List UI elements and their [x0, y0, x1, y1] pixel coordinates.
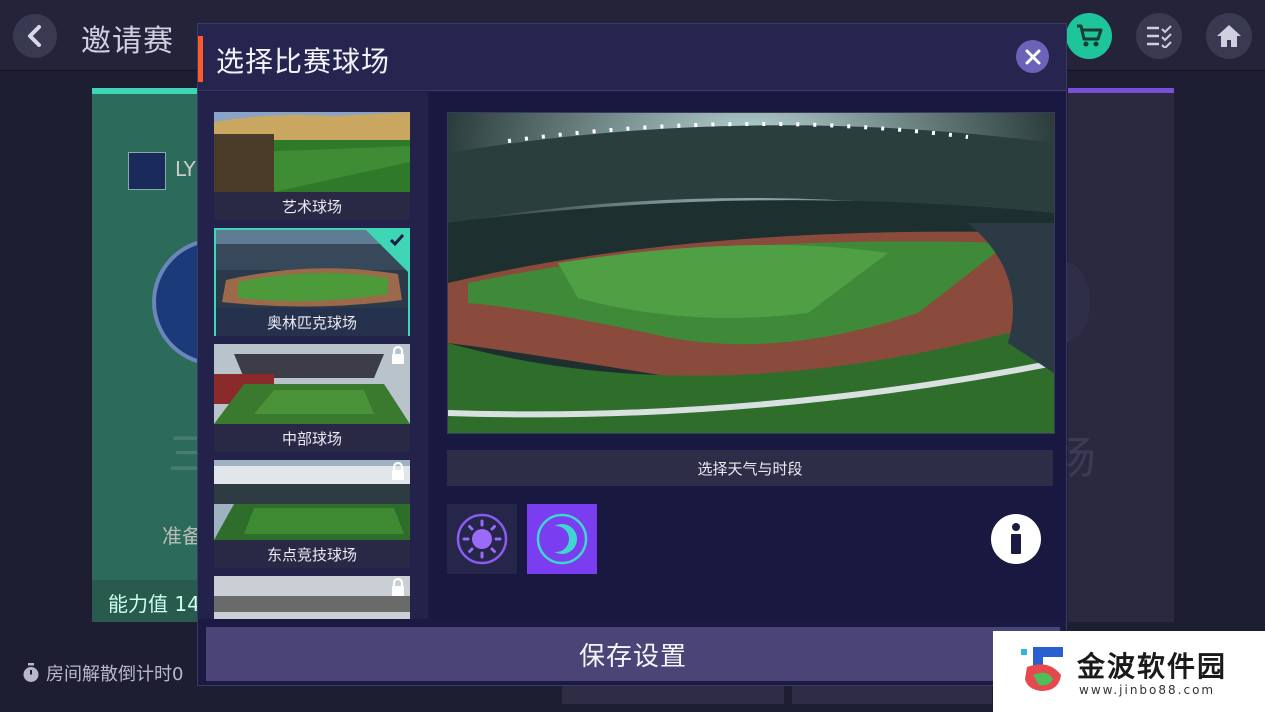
lock-icon — [392, 578, 404, 596]
stadium-thumbnail — [214, 460, 410, 540]
close-icon — [1025, 49, 1040, 64]
stadium-thumbnail — [214, 576, 410, 619]
timer-icon — [23, 663, 39, 682]
stadium-label: 东点竞技球场 — [214, 540, 410, 568]
day-option-button[interactable] — [447, 504, 517, 574]
moon-icon — [536, 513, 588, 565]
shop-button[interactable] — [1066, 13, 1112, 59]
stadium-label: 中部球场 — [214, 424, 410, 452]
stadium-item-eastpoint[interactable]: 东点竞技球场 — [214, 460, 410, 568]
lock-icon — [392, 462, 404, 480]
stadium-select-dialog: 选择比赛球场 艺术球场 奥林匹克球场 中部球场 东点竞技球场 选择天气与时段 保… — [197, 23, 1067, 686]
checklist-icon — [1147, 25, 1172, 48]
stadium-item-central[interactable]: 中部球场 — [214, 344, 410, 452]
info-button[interactable] — [991, 514, 1041, 564]
away-team-card — [1068, 88, 1174, 622]
cart-icon — [1077, 24, 1103, 47]
stadium-item-olympic[interactable]: 奥林匹克球场 — [214, 228, 410, 336]
back-icon — [28, 25, 41, 47]
dialog-title: 选择比赛球场 — [216, 45, 391, 78]
home-icon — [1217, 25, 1241, 47]
ready-status: 准备 — [162, 524, 202, 548]
lock-icon — [392, 346, 404, 364]
stadium-preview-image — [447, 112, 1055, 434]
watermark-url: www.jinbo88.com — [1079, 683, 1216, 697]
info-icon — [1011, 523, 1021, 554]
save-settings-button[interactable]: 保存设置 — [206, 627, 1060, 681]
stadium-label: 奥林匹克球场 — [216, 308, 408, 336]
countdown-text: 房间解散倒计时0 — [46, 664, 184, 685]
watermark-text: 金波软件园 — [1077, 650, 1228, 683]
room-countdown: 房间解散倒计时0 — [22, 660, 183, 686]
stadium-preview-panel: 选择天气与时段 — [430, 92, 1066, 619]
stadium-item-art[interactable]: 艺术球场 — [214, 112, 410, 220]
dialog-header: 选择比赛球场 — [198, 24, 1066, 91]
home-button[interactable] — [1206, 13, 1252, 59]
tasks-button[interactable] — [1136, 13, 1182, 59]
stadium-thumbnail — [214, 112, 410, 192]
sun-icon — [456, 513, 508, 565]
night-option-button[interactable] — [527, 504, 597, 574]
watermark-logo-icon — [1021, 647, 1063, 691]
watermark: 金波软件园 www.jinbo88.com — [993, 631, 1265, 712]
team-badge — [128, 152, 166, 190]
stadium-item-5[interactable] — [214, 576, 410, 619]
back-button[interactable] — [13, 14, 57, 58]
stadium-thumbnail — [214, 344, 410, 424]
power-value: 能力值 14 — [108, 592, 200, 616]
header-accent — [198, 36, 203, 82]
check-icon — [389, 234, 405, 247]
stadium-label: 艺术球场 — [214, 192, 410, 220]
team-name: LY — [175, 157, 196, 181]
weather-time-label: 选择天气与时段 — [447, 450, 1053, 486]
close-button[interactable] — [1016, 40, 1049, 73]
page-title: 邀请赛 — [81, 24, 174, 59]
stadium-list[interactable]: 艺术球场 奥林匹克球场 中部球场 东点竞技球场 — [198, 92, 428, 619]
